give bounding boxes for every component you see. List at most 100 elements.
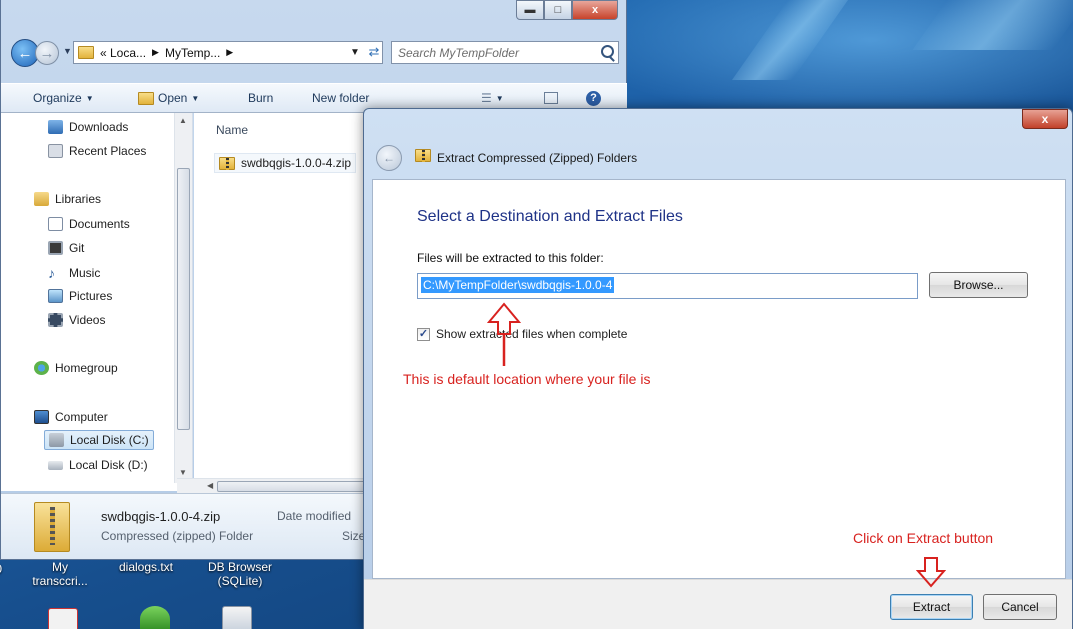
- annotation-down-arrow-icon: [916, 557, 946, 588]
- nav-item-pictures[interactable]: Pictures: [48, 289, 112, 303]
- zip-folder-icon: [415, 149, 431, 162]
- folder-icon: [138, 91, 154, 105]
- back-arrow-icon[interactable]: ←: [376, 145, 402, 171]
- breadcrumb-segment[interactable]: « Loca...: [100, 46, 146, 60]
- preview-pane-button[interactable]: [544, 92, 558, 104]
- pictures-icon: [48, 289, 63, 303]
- desktop-icon-label: My: [52, 560, 68, 574]
- open-menu[interactable]: Open ▼: [138, 91, 199, 105]
- chevron-down-icon: ▼: [85, 93, 94, 103]
- burn-label: Burn: [248, 91, 274, 105]
- nav-item-documents[interactable]: Documents: [48, 217, 130, 231]
- pdf-file-icon[interactable]: [48, 608, 78, 629]
- dialog-body: Select a Destination and Extract Files F…: [372, 179, 1066, 579]
- zip-folder-icon: [219, 156, 235, 170]
- close-button[interactable]: x: [572, 0, 618, 20]
- breadcrumb-segment[interactable]: MyTemp...: [165, 46, 220, 60]
- annotation-click-extract: Click on Extract button: [853, 530, 994, 546]
- recent-pages-chevron-icon[interactable]: ▼: [63, 46, 72, 56]
- navigation-row: ← → ▼ « Loca... ▶ MyTemp... ▶ ▼ ⇄ Search…: [11, 38, 621, 68]
- dialog-title: Extract Compressed (Zipped) Folders: [437, 151, 638, 165]
- recent-places-icon: [48, 144, 63, 158]
- dialog-heading: Select a Destination and Extract Files: [417, 208, 683, 225]
- file-item[interactable]: swdbqgis-1.0.0-4.zip: [214, 153, 357, 173]
- column-header-name[interactable]: Name: [216, 123, 248, 137]
- window-controls: ▬ □ x: [516, 0, 618, 20]
- git-icon: [48, 241, 63, 255]
- nav-item-computer[interactable]: Computer: [34, 410, 108, 424]
- desktop-partial-label: .0: [0, 562, 22, 576]
- nav-item-label: Recent Places: [69, 144, 147, 158]
- drive-icon: [48, 460, 63, 470]
- chevron-down-icon: ▼: [191, 93, 200, 103]
- show-files-checkbox[interactable]: ✓: [417, 327, 430, 341]
- dialog-close-button[interactable]: x: [1022, 109, 1068, 129]
- music-note-icon: ♪: [48, 265, 55, 281]
- nav-item-music[interactable]: ♪ Music: [48, 265, 100, 281]
- search-input[interactable]: Search MyTempFolder: [391, 41, 619, 64]
- desktop-icon-label: dialogs.txt: [118, 560, 174, 574]
- show-files-option[interactable]: ✓ Show extracted files when complete: [417, 327, 627, 341]
- desktop-icon-label: (SQLite): [217, 574, 263, 588]
- videos-icon: [48, 313, 63, 327]
- chevron-down-icon: ▼: [495, 93, 504, 103]
- preview-pane-icon: [544, 92, 558, 104]
- destination-label: Files will be extracted to this folder:: [417, 251, 604, 265]
- forward-arrow-icon[interactable]: →: [35, 41, 59, 65]
- browse-button[interactable]: Browse...: [929, 272, 1028, 298]
- search-icon[interactable]: [601, 45, 614, 58]
- help-button[interactable]: ?: [586, 90, 601, 106]
- nav-item-label: Documents: [69, 217, 130, 231]
- refresh-icon[interactable]: ⇄: [364, 42, 384, 62]
- nav-item-videos[interactable]: Videos: [48, 313, 105, 327]
- homegroup-icon: [34, 361, 49, 375]
- annotation-default-location: This is default location where your file…: [403, 371, 651, 387]
- maximize-button[interactable]: □: [544, 0, 572, 20]
- computer-icon: [34, 410, 49, 424]
- nav-item-local-disk-c[interactable]: Local Disk (C:): [44, 430, 154, 450]
- new-folder-label: New folder: [312, 91, 370, 105]
- nav-item-downloads[interactable]: Downloads: [48, 120, 128, 134]
- libraries-icon: [34, 192, 49, 206]
- horizontal-scrollbar[interactable]: ◀: [177, 478, 407, 494]
- documents-icon: [48, 217, 63, 231]
- nav-item-label: Local Disk (D:): [69, 458, 148, 472]
- nav-pane-scrollbar[interactable]: ▲ ▼: [174, 113, 192, 483]
- scroll-up-icon[interactable]: ▲: [179, 116, 187, 125]
- organize-label: Organize: [33, 91, 82, 105]
- scroll-left-icon[interactable]: ◀: [207, 481, 213, 490]
- address-bar[interactable]: « Loca... ▶ MyTemp... ▶: [73, 41, 383, 64]
- cancel-button[interactable]: Cancel: [983, 594, 1057, 620]
- view-options-button[interactable]: ☰ ▼: [481, 91, 504, 105]
- extract-button[interactable]: Extract: [890, 594, 973, 620]
- document-icon[interactable]: [222, 606, 252, 629]
- burn-button[interactable]: Burn: [248, 91, 273, 105]
- nav-item-homegroup[interactable]: Homegroup: [34, 361, 118, 375]
- details-size-label: Size: [342, 529, 366, 543]
- address-dropdown-icon[interactable]: ▼: [346, 42, 364, 62]
- annotation-up-arrow-icon: [487, 302, 521, 366]
- breadcrumb-separator-icon[interactable]: ▶: [152, 47, 159, 58]
- minimize-button[interactable]: ▬: [516, 0, 544, 20]
- nav-item-local-disk-d[interactable]: Local Disk (D:): [48, 458, 148, 472]
- view-list-icon: ☰: [481, 91, 492, 105]
- open-label: Open: [158, 91, 188, 105]
- show-files-label: Show extracted files when complete: [436, 327, 628, 341]
- breadcrumb-separator-icon[interactable]: ▶: [226, 47, 233, 58]
- nav-item-git[interactable]: Git: [48, 241, 84, 255]
- destination-input[interactable]: C:\MyTempFolder\swdbqgis-1.0.0-4: [417, 273, 918, 299]
- scrollbar-thumb[interactable]: [177, 168, 190, 430]
- tree-app-icon[interactable]: [140, 606, 170, 629]
- details-date-label: Date modified: [277, 509, 352, 523]
- nav-item-libraries[interactable]: Libraries: [34, 192, 101, 206]
- nav-item-recent-places[interactable]: Recent Places: [48, 144, 146, 158]
- new-folder-button[interactable]: New folder: [312, 91, 369, 105]
- desktop-icon-transcripts[interactable]: My transccri...: [20, 560, 100, 588]
- nav-item-label: Downloads: [69, 120, 129, 134]
- desktop-icon-db-browser[interactable]: DB Browser (SQLite): [200, 560, 280, 588]
- scroll-down-icon[interactable]: ▼: [179, 468, 187, 477]
- organize-menu[interactable]: Organize ▼: [33, 91, 94, 105]
- folder-icon: [78, 46, 94, 59]
- desktop-icon-dialogs[interactable]: dialogs.txt: [106, 560, 186, 574]
- search-placeholder: Search MyTempFolder: [398, 46, 519, 60]
